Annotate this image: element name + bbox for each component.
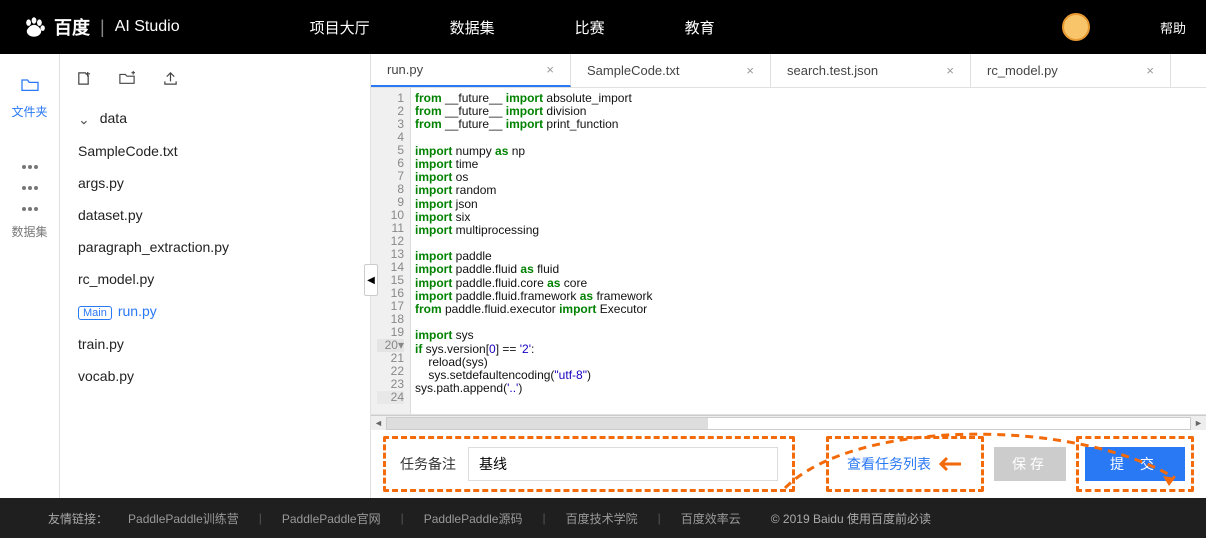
annotation-arrow-icon [935, 456, 963, 472]
view-tasks-link[interactable]: 查看任务列表 [847, 454, 931, 474]
tree-file[interactable]: train.py [60, 328, 370, 360]
footer-label: 友情链接： [48, 510, 108, 527]
new-folder-icon[interactable] [119, 71, 135, 89]
footer: 友情链接： PaddlePaddle训练营| PaddlePaddle官网| P… [0, 498, 1206, 538]
editor-area: ◀ run.py× SampleCode.txt× search.test.js… [371, 54, 1206, 498]
footer-link[interactable]: 百度效率云 [681, 510, 741, 527]
task-bar: 任务备注 查看任务列表 保存 提 交 [371, 430, 1206, 498]
tree-file[interactable]: args.py [60, 167, 370, 199]
grid-dots-icon [0, 154, 59, 217]
brand-studio: AI Studio [115, 18, 180, 36]
tree-file[interactable]: vocab.py [60, 360, 370, 392]
task-note-box: 任务备注 [383, 436, 795, 492]
submit-button[interactable]: 提 交 [1085, 447, 1185, 481]
nav-compete[interactable]: 比赛 [575, 17, 605, 38]
top-nav: 项目大厅 数据集 比赛 教育 [310, 17, 715, 38]
close-icon[interactable]: × [546, 62, 554, 77]
logo[interactable]: 百度 | AI Studio [20, 13, 180, 41]
file-tree: data SampleCode.txt args.py dataset.py p… [60, 96, 370, 398]
close-icon[interactable]: × [746, 63, 754, 78]
footer-link[interactable]: PaddlePaddle源码 [424, 510, 523, 527]
collapse-sidebar-icon[interactable]: ◀ [364, 264, 378, 296]
close-icon[interactable]: × [946, 63, 954, 78]
code-view[interactable]: from __future__ import absolute_importfr… [411, 88, 1206, 414]
nav-education[interactable]: 教育 [685, 17, 715, 38]
view-tasks-box[interactable]: 查看任务列表 [826, 436, 984, 492]
main-badge: Main [78, 306, 112, 320]
rail-files[interactable]: 文件夹 [0, 76, 59, 120]
task-note-input[interactable] [468, 447, 778, 481]
tree-file[interactable]: rc_model.py [60, 263, 370, 295]
tab-run-py[interactable]: run.py× [371, 54, 571, 87]
tree-file-main[interactable]: Mainrun.py [60, 295, 370, 328]
nav-projects[interactable]: 项目大厅 [310, 17, 370, 38]
tree-file[interactable]: SampleCode.txt [60, 135, 370, 167]
close-icon[interactable]: × [1146, 63, 1154, 78]
task-note-label: 任务备注 [400, 454, 456, 474]
footer-link[interactable]: PaddlePaddle训练营 [128, 510, 239, 527]
tree-folder-data[interactable]: data [60, 102, 370, 135]
save-button[interactable]: 保存 [994, 447, 1066, 481]
file-sidebar: data SampleCode.txt args.py dataset.py p… [60, 54, 371, 498]
nav-help[interactable]: 帮助 [1160, 18, 1186, 37]
upload-icon[interactable] [163, 71, 178, 90]
tab-samplecode[interactable]: SampleCode.txt× [571, 54, 771, 87]
submit-box: 提 交 [1076, 436, 1194, 492]
nav-datasets[interactable]: 数据集 [450, 17, 495, 38]
footer-link[interactable]: PaddlePaddle官网 [282, 510, 381, 527]
avatar[interactable] [1062, 13, 1090, 41]
brand-baidu: 百度 [54, 14, 90, 40]
tab-search-json[interactable]: search.test.json× [771, 54, 971, 87]
tree-file[interactable]: paragraph_extraction.py [60, 231, 370, 263]
editor-tabs: run.py× SampleCode.txt× search.test.json… [371, 54, 1206, 88]
folder-icon [0, 76, 59, 97]
new-file-icon[interactable] [76, 71, 91, 90]
tab-rc-model[interactable]: rc_model.py× [971, 54, 1171, 87]
sidebar-toolbar [60, 64, 370, 96]
footer-link[interactable]: 百度技术学院 [566, 510, 638, 527]
horizontal-scrollbar[interactable]: ◄► [371, 415, 1206, 430]
line-gutter: 1234567891011121314151617181920▾21222324 [371, 88, 411, 414]
left-rail: 文件夹 数据集 [0, 54, 60, 498]
baidu-paw-icon [20, 13, 48, 41]
tree-file[interactable]: dataset.py [60, 199, 370, 231]
brand-divider: | [100, 17, 105, 38]
topbar: 百度 | AI Studio 项目大厅 数据集 比赛 教育 帮助 [0, 0, 1206, 54]
rail-datasets[interactable]: 数据集 [0, 154, 59, 240]
footer-copyright: © 2019 Baidu 使用百度前必读 [771, 510, 931, 527]
